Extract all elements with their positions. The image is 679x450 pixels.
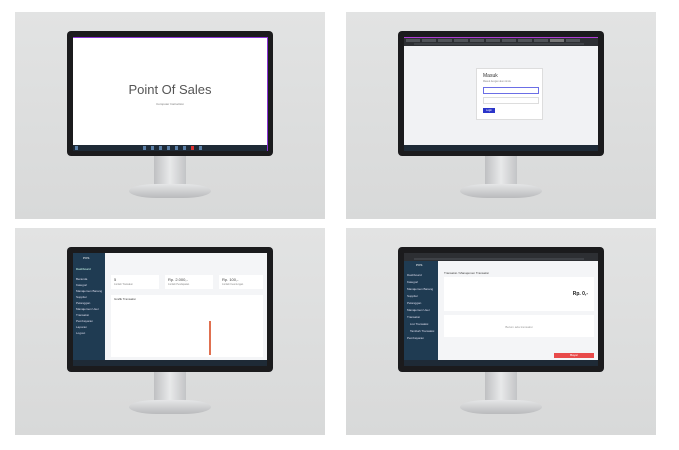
sidebar-item[interactable]: Manajemen User	[76, 307, 99, 311]
sidebar-item[interactable]: Pembayaran	[407, 336, 424, 340]
sidebar-item[interactable]: Laporan	[76, 325, 87, 329]
app-title: Point Of Sales	[128, 82, 212, 97]
splash-screen: Point Of Sales Computer Instruction	[73, 37, 268, 151]
sidebar-item[interactable]: Kategori	[76, 283, 87, 287]
login-card: Masuk Masuk dengan akun Anda Login	[476, 68, 543, 120]
sidebar: POS Dashboard Beranda Kategori Manajemen…	[73, 253, 105, 366]
username-field[interactable]	[483, 87, 539, 94]
sidebar-item[interactable]: Pelanggan	[407, 301, 421, 305]
chart-bar	[209, 321, 211, 355]
sidebar-item[interactable]: Tambah Transaksi	[410, 329, 434, 333]
monitor-neck	[485, 156, 517, 186]
panel-transaction: POS Dashboard Kategori Manajemen Barang …	[346, 228, 656, 435]
panel-dashboard: POS Dashboard Beranda Kategori Manajemen…	[15, 228, 325, 435]
monitor-base	[460, 400, 542, 414]
sidebar-item[interactable]: Manajemen User	[407, 308, 430, 312]
chart-title: Grafik Transaksi	[114, 297, 136, 301]
login-title: Masuk	[483, 73, 498, 79]
taskbar	[404, 360, 598, 366]
items-table: Belum ada transaksi	[444, 315, 594, 337]
panel-splash: Point Of Sales Computer Instruction	[15, 12, 325, 219]
monitor-base	[460, 184, 542, 198]
table-empty: Belum ada transaksi	[505, 325, 533, 329]
monitor-neck	[485, 372, 517, 402]
sidebar-item[interactable]: Pembayaran	[76, 319, 93, 323]
card-label: Jumlah Keuntungan	[222, 283, 244, 286]
monitor: Point Of Sales Computer Instruction	[67, 31, 273, 156]
sidebar-item[interactable]: List Transaksi	[410, 322, 428, 326]
card: 5 Jumlah Transaksi	[111, 275, 159, 289]
form-card: Rp. 0,-	[444, 277, 594, 311]
monitor-neck	[154, 156, 186, 186]
sidebar-item[interactable]: Logout	[76, 331, 85, 335]
card-value: Rp. 2.000,-	[168, 277, 188, 282]
total-amount: Rp. 0,-	[572, 291, 588, 297]
login-subtitle: Masuk dengan akun Anda	[483, 80, 511, 83]
taskbar	[404, 145, 598, 151]
app-subtitle: Computer Instruction	[156, 102, 184, 106]
browser-bar	[404, 38, 598, 46]
card: Rp. 2.000,- Jumlah Pendapatan	[165, 275, 213, 289]
monitor: POS Dashboard Beranda Kategori Manajemen…	[67, 247, 273, 372]
sidebar-item[interactable]: Beranda	[76, 277, 87, 281]
sidebar-item[interactable]: Pelanggan	[76, 301, 90, 305]
browser-bar	[404, 253, 598, 261]
panel-login: Masuk Masuk dengan akun Anda Login	[346, 12, 656, 219]
monitor-neck	[154, 372, 186, 402]
login-button[interactable]: Login	[483, 108, 495, 113]
card-label: Jumlah Transaksi	[114, 283, 133, 286]
chart-card: Grafik Transaksi	[111, 295, 263, 357]
sidebar: POS Dashboard Kategori Manajemen Barang …	[404, 261, 438, 366]
breadcrumb: Transaksi / Manajemen Transaksi	[444, 271, 489, 275]
taskbar	[73, 145, 267, 151]
monitor-base	[129, 400, 211, 414]
login-screen: Masuk Masuk dengan akun Anda Login	[404, 37, 598, 151]
pay-button[interactable]: Bayar	[554, 353, 594, 358]
sidebar-item[interactable]: Manajemen Barang	[407, 287, 433, 291]
dashboard-screen: POS Dashboard Beranda Kategori Manajemen…	[73, 253, 267, 366]
transaction-screen: POS Dashboard Kategori Manajemen Barang …	[404, 253, 598, 366]
taskbar	[73, 360, 267, 366]
sidebar-item[interactable]: Kategori	[407, 280, 418, 284]
monitor: POS Dashboard Kategori Manajemen Barang …	[398, 247, 604, 372]
card-label: Jumlah Pendapatan	[168, 283, 190, 286]
sidebar-item[interactable]: Transaksi	[76, 313, 89, 317]
card-value: 5	[114, 277, 117, 282]
card-value: Rp. 100,-	[222, 277, 239, 282]
sidebar-item[interactable]: Transaksi	[407, 315, 420, 319]
sidebar-item[interactable]: Supplier	[407, 294, 418, 298]
monitor-base	[129, 184, 211, 198]
sidebar-item[interactable]: Dashboard	[407, 273, 422, 277]
password-field[interactable]	[483, 97, 539, 104]
card: Rp. 100,- Jumlah Keuntungan	[219, 275, 263, 289]
monitor: Masuk Masuk dengan akun Anda Login	[398, 31, 604, 156]
sidebar-section: Dashboard	[76, 267, 91, 271]
brand: POS	[83, 256, 90, 260]
brand: POS	[416, 263, 423, 267]
sidebar-item[interactable]: Manajemen Barang	[76, 289, 102, 293]
sidebar-item[interactable]: Supplier	[76, 295, 87, 299]
